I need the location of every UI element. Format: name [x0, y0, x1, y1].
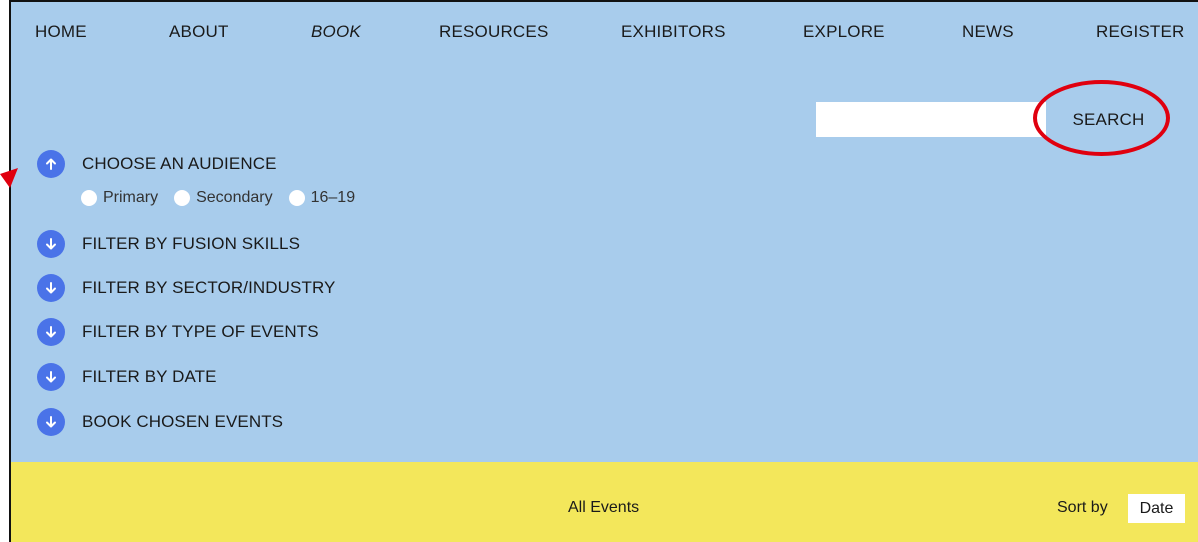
arrow-down-icon	[37, 408, 65, 436]
arrow-up-icon	[37, 150, 65, 178]
arrow-down-icon	[37, 363, 65, 391]
main-nav: HOME ABOUT BOOK RESOURCES EXHIBITORS EXP…	[11, 22, 1198, 46]
radio-button[interactable]	[288, 190, 305, 206]
nav-about[interactable]: ABOUT	[169, 22, 229, 42]
nav-news[interactable]: NEWS	[962, 22, 1014, 42]
filter-audience-label: CHOOSE AN AUDIENCE	[82, 154, 277, 173]
filter-label: FILTER BY DATE	[82, 367, 217, 386]
arrow-down-icon	[37, 274, 65, 302]
nav-exhibitors[interactable]: EXHIBITORS	[621, 22, 726, 42]
nav-home[interactable]: HOME	[35, 22, 87, 42]
filter-label: FILTER BY TYPE OF EVENTS	[82, 322, 319, 341]
search-button[interactable]: SEARCH	[1046, 102, 1171, 137]
sort-label: Sort by	[1057, 499, 1108, 516]
nav-register[interactable]: REGISTER	[1096, 22, 1185, 42]
audience-options: Primary Secondary 16–19	[81, 187, 371, 209]
audience-option-secondary[interactable]: Secondary	[174, 189, 273, 207]
filter-audience[interactable]: CHOOSE AN AUDIENCE	[37, 150, 277, 178]
arrow-down-icon	[37, 230, 65, 258]
audience-option-primary[interactable]: Primary	[81, 189, 158, 207]
filter-label: FILTER BY SECTOR/INDUSTRY	[82, 278, 336, 297]
radio-button[interactable]	[81, 190, 97, 206]
filter-sector-industry[interactable]: FILTER BY SECTOR/INDUSTRY	[37, 274, 335, 302]
filter-label: BOOK CHOSEN EVENTS	[82, 412, 284, 431]
filter-event-type[interactable]: FILTER BY TYPE OF EVENTS	[37, 318, 319, 346]
filter-fusion-skills[interactable]: FILTER BY FUSION SKILLS	[37, 230, 300, 258]
annotation-arrow-icon	[0, 168, 18, 188]
search-input[interactable]	[816, 102, 1046, 137]
book-chosen-events[interactable]: BOOK CHOSEN EVENTS	[37, 408, 283, 436]
sort-select[interactable]: Date	[1128, 494, 1185, 523]
arrow-down-icon	[37, 318, 65, 346]
events-title: All Events	[568, 499, 640, 516]
nav-explore[interactable]: EXPLORE	[803, 22, 885, 42]
page-frame: HOME ABOUT BOOK RESOURCES EXHIBITORS EXP…	[9, 0, 1198, 542]
filter-date[interactable]: FILTER BY DATE	[37, 363, 217, 391]
filter-label: FILTER BY FUSION SKILLS	[82, 234, 301, 253]
radio-button[interactable]	[174, 190, 191, 206]
audience-option-16-19[interactable]: 16–19	[288, 189, 355, 207]
nav-resources[interactable]: RESOURCES	[439, 22, 549, 42]
nav-book[interactable]: BOOK	[311, 22, 361, 42]
